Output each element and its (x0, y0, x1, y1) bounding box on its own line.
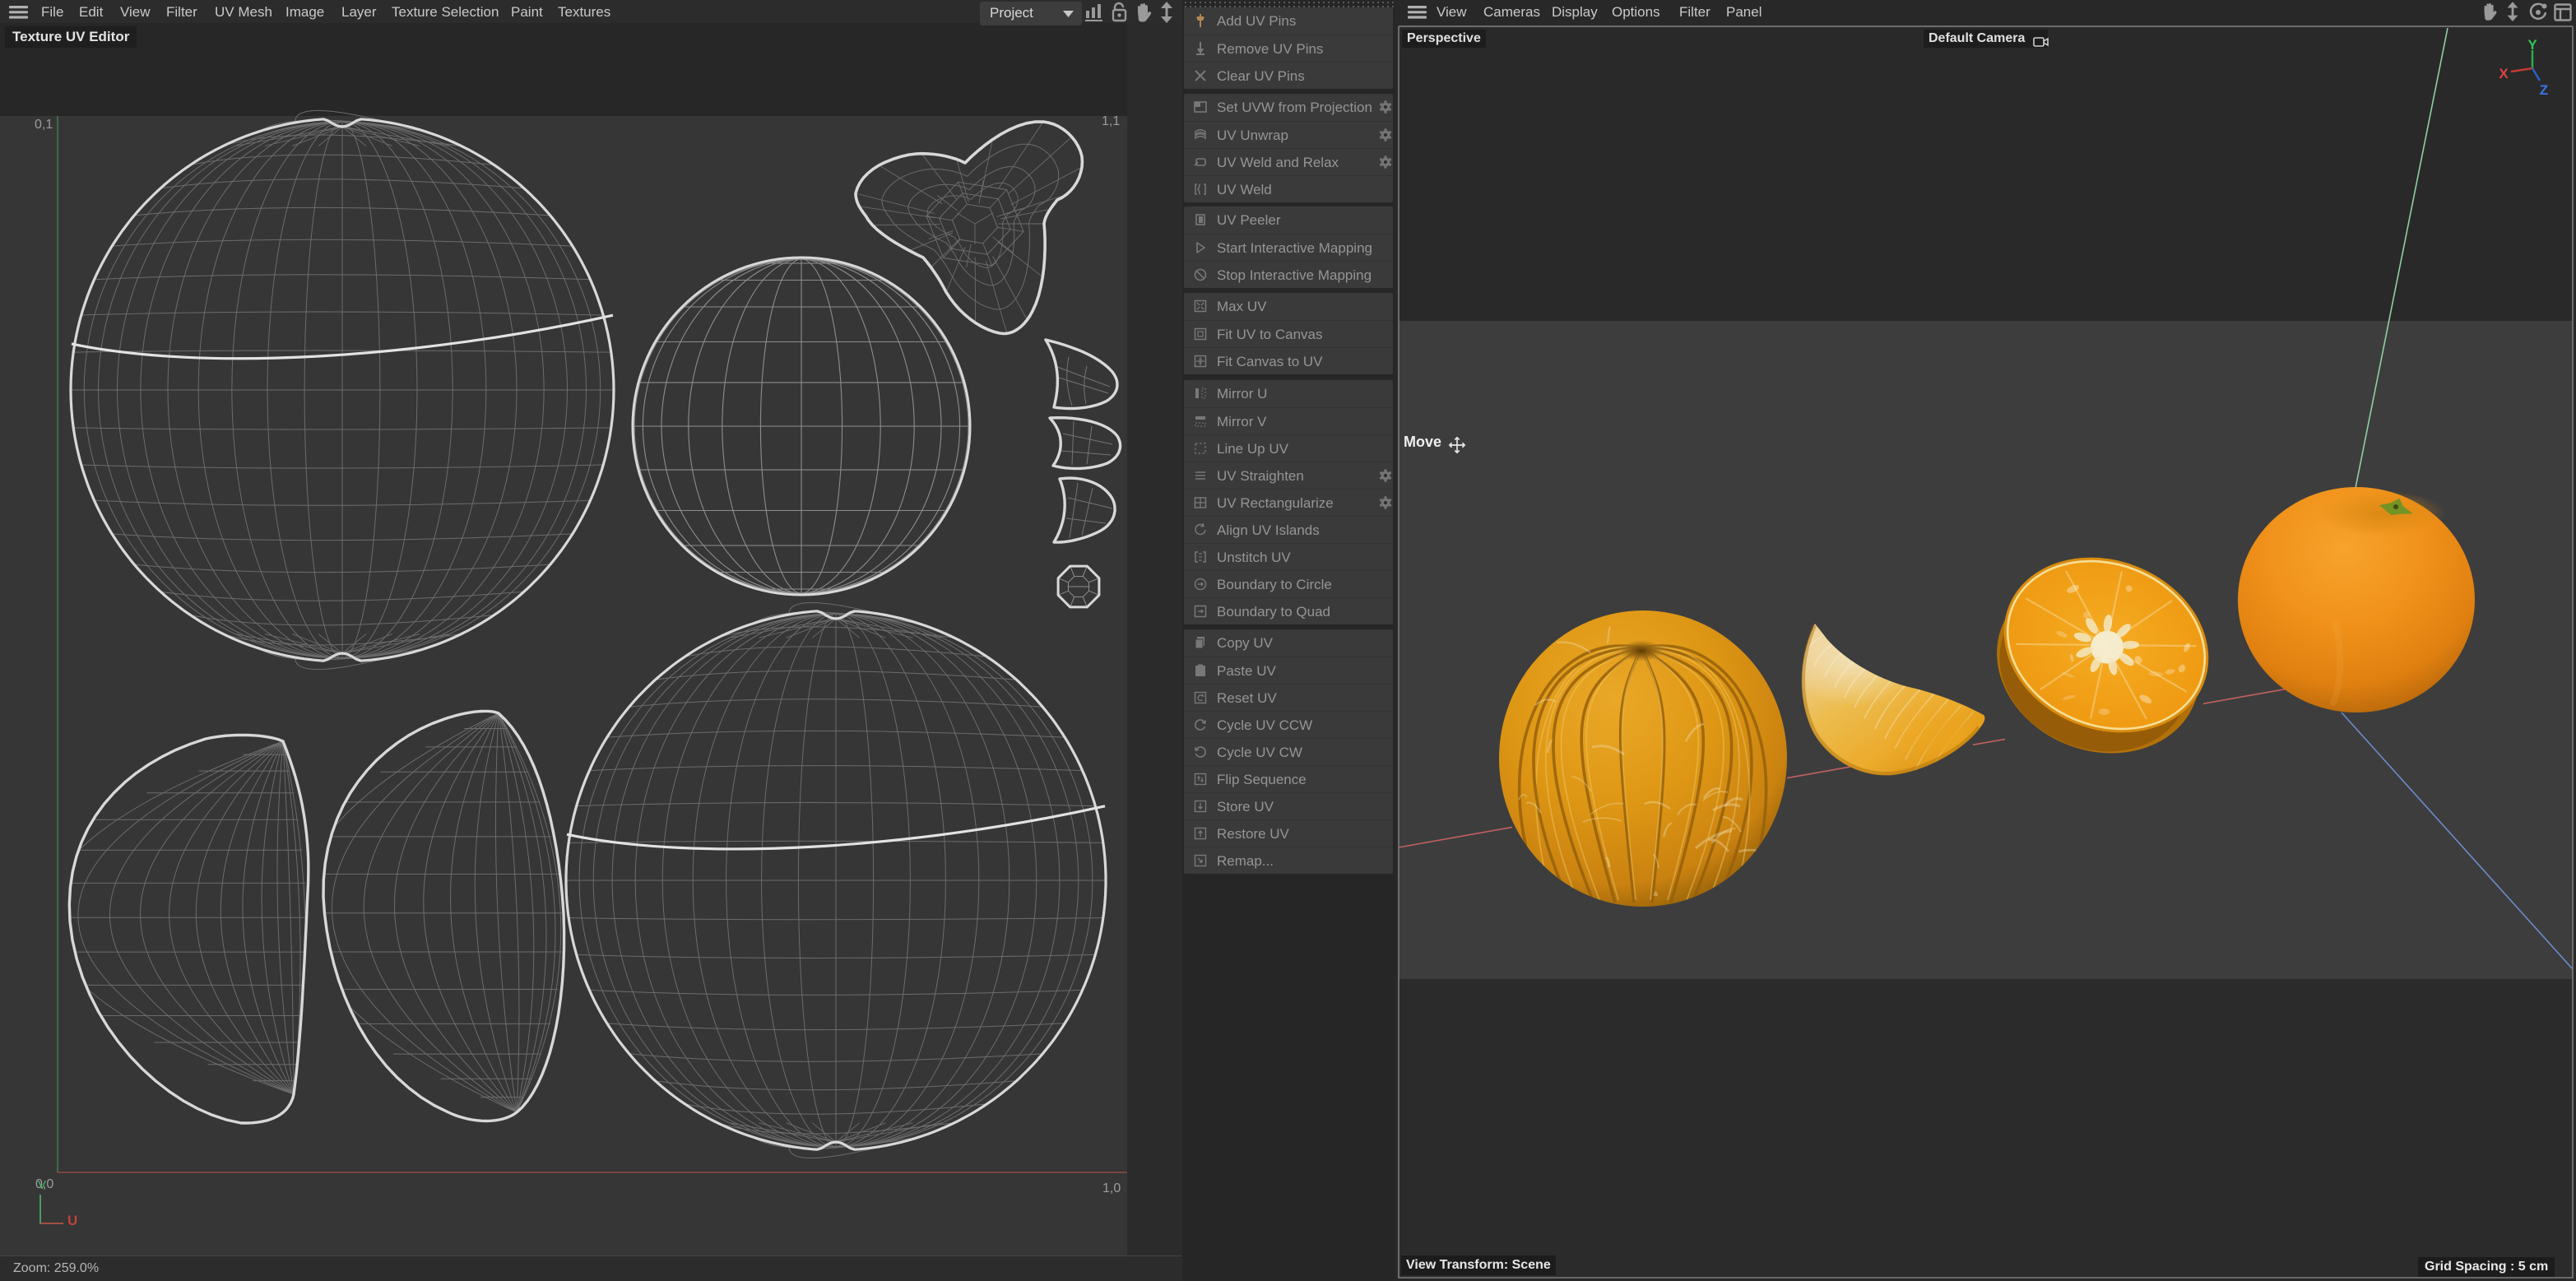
svg-text:X: X (2499, 66, 2509, 81)
svg-text:Z: Z (2540, 82, 2548, 98)
svg-text:Y: Y (2527, 37, 2537, 53)
